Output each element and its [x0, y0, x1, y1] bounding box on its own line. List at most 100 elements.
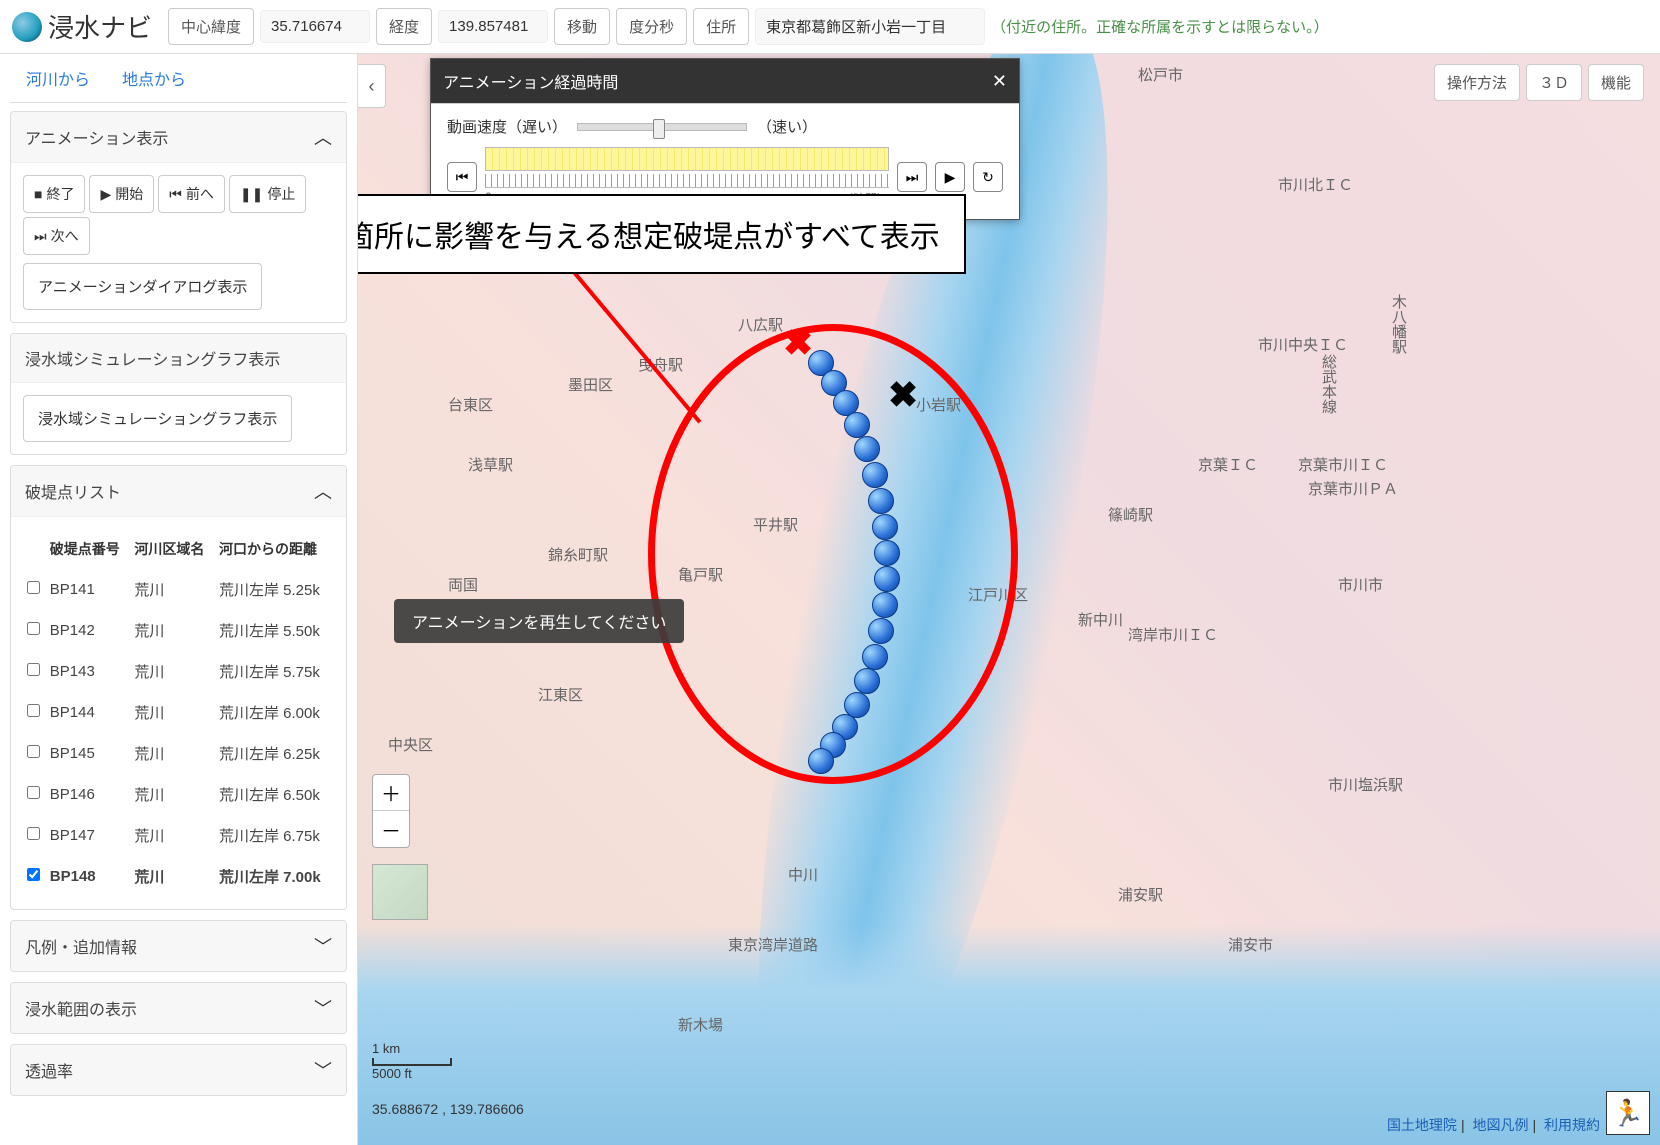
evacuation-button[interactable]: 🏃 — [1606, 1091, 1650, 1135]
bp-checkbox[interactable] — [27, 786, 40, 799]
table-row[interactable]: BP144荒川荒川左岸 6.00k — [23, 692, 334, 733]
bp-area: 荒川 — [130, 856, 215, 897]
map-label: 京葉市川ＰＡ — [1308, 478, 1398, 499]
red-x-marker: ✖ — [783, 322, 813, 364]
bp-area: 荒川 — [130, 692, 215, 733]
move-button[interactable]: 移動 — [554, 8, 610, 45]
table-row[interactable]: BP143荒川荒川左岸 5.75k — [23, 651, 334, 692]
panel-opacity-title: 透過率 — [25, 1058, 73, 1082]
panel-animation-head[interactable]: アニメーション表示 ︿ — [11, 112, 346, 162]
breakpoint-marker[interactable] — [808, 748, 834, 774]
attrib-terms-link[interactable]: 利用規約 — [1544, 1117, 1600, 1133]
anim-end-button[interactable]: ■終了 — [23, 175, 85, 213]
tab-point[interactable]: 地点から — [106, 54, 202, 102]
anim-next-button[interactable]: ⏭次へ — [23, 217, 90, 255]
play-icon: ▶ — [100, 186, 111, 203]
bp-area: 荒川 — [130, 651, 215, 692]
addr-label-button[interactable]: 住所 — [693, 8, 749, 45]
panel-legend-head[interactable]: 凡例・追加情報 ﹀ — [11, 921, 346, 971]
loop-icon: ↻ — [982, 169, 994, 186]
dms-button[interactable]: 度分秒 — [616, 8, 687, 45]
bp-area: 荒川 — [130, 815, 215, 856]
bp-checkbox[interactable] — [27, 868, 40, 881]
breakpoint-marker[interactable] — [854, 668, 880, 694]
map-label: 市川塩浜駅 — [1328, 774, 1403, 795]
map-canvas[interactable]: 松戸市 市川北ＩＣ 市川中央ＩＣ 京葉ＩＣ 京葉市川ＩＣ 京葉市川ＰＡ 篠崎駅 … — [358, 54, 1660, 1145]
table-row[interactable]: BP141荒川荒川左岸 5.25k — [23, 569, 334, 610]
timeline-play-button[interactable]: ▶ — [935, 162, 965, 192]
bp-no: BP142 — [46, 610, 131, 651]
breakpoint-marker[interactable] — [874, 540, 900, 566]
bp-col-no: 破堤点番号 — [46, 529, 131, 569]
bp-dist: 荒川左岸 5.25k — [215, 569, 334, 610]
breakpoint-marker[interactable] — [862, 462, 888, 488]
bp-area: 荒川 — [130, 569, 215, 610]
breakpoint-marker[interactable] — [872, 514, 898, 540]
bp-no: BP147 — [46, 815, 131, 856]
bp-checkbox[interactable] — [27, 622, 40, 635]
breakpoint-marker[interactable] — [874, 566, 900, 592]
breakpoint-marker[interactable] — [872, 592, 898, 618]
3d-button[interactable]: ３Ｄ — [1526, 64, 1582, 101]
table-row[interactable]: BP145荒川荒川左岸 6.25k — [23, 733, 334, 774]
anim-start-button[interactable]: ▶開始 — [89, 175, 154, 213]
breakpoint-marker[interactable] — [854, 436, 880, 462]
panel-animation: アニメーション表示 ︿ ■終了 ▶開始 ⏮前へ ❚❚停止 ⏭次へ アニメーション… — [10, 111, 347, 323]
panel-opacity-head[interactable]: 透過率 ﹀ — [11, 1045, 346, 1095]
attrib-legend-link[interactable]: 地図凡例 — [1472, 1117, 1528, 1133]
anim-prev-button[interactable]: ⏮前へ — [158, 175, 225, 213]
panel-bp-head[interactable]: 破堤点リスト ︿ — [11, 466, 346, 516]
help-button[interactable]: 操作方法 — [1434, 64, 1520, 101]
dialog-titlebar[interactable]: アニメーション経過時間 ✕ — [431, 59, 1019, 103]
bp-checkbox[interactable] — [27, 663, 40, 676]
map-label: 中川 — [788, 864, 818, 885]
map-label: 両国 — [448, 574, 478, 595]
slider-thumb[interactable] — [653, 119, 665, 139]
timeline-loop-button[interactable]: ↻ — [973, 162, 1003, 192]
bp-checkbox[interactable] — [27, 581, 40, 594]
black-x-marker: ✖ — [888, 374, 918, 416]
bp-checkbox[interactable] — [27, 704, 40, 717]
tab-river[interactable]: 河川から — [10, 54, 106, 102]
panel-bp-title: 破堤点リスト — [25, 479, 121, 503]
lat-label-button[interactable]: 中心緯度 — [168, 8, 254, 45]
timeline-step-button[interactable]: ⏭ — [897, 162, 927, 192]
bp-table: 破堤点番号 河川区域名 河口からの距離 BP141荒川荒川左岸 5.25kBP1… — [23, 529, 334, 897]
table-row[interactable]: BP147荒川荒川左岸 6.75k — [23, 815, 334, 856]
attrib-gsi-link[interactable]: 国土地理院 — [1387, 1117, 1457, 1133]
skip-start-icon: ⏮ — [456, 169, 469, 186]
layer-thumbnail[interactable] — [372, 864, 428, 920]
speed-slider[interactable] — [577, 123, 747, 131]
table-row[interactable]: BP146荒川荒川左岸 6.50k — [23, 774, 334, 815]
timeline-bar[interactable] — [485, 147, 889, 171]
map-label: 江戸川区 — [968, 584, 1028, 605]
table-row[interactable]: BP142荒川荒川左岸 5.50k — [23, 610, 334, 651]
panel-graph-head[interactable]: 浸水域シミュレーショングラフ表示 — [11, 334, 346, 382]
bp-checkbox[interactable] — [27, 827, 40, 840]
breakpoint-marker[interactable] — [868, 488, 894, 514]
graph-show-button[interactable]: 浸水域シミュレーショングラフ表示 — [23, 395, 292, 442]
timeline-rewind-button[interactable]: ⏮ — [447, 162, 477, 192]
breakpoint-marker[interactable] — [844, 412, 870, 438]
breakpoint-marker[interactable] — [868, 618, 894, 644]
close-icon[interactable]: ✕ — [992, 71, 1007, 92]
map-label: 市川中央ＩＣ — [1258, 334, 1348, 355]
anim-pause-button[interactable]: ❚❚停止 — [229, 175, 306, 213]
function-button[interactable]: 機能 — [1588, 64, 1644, 101]
breakpoint-marker[interactable] — [862, 644, 888, 670]
lon-label-button[interactable]: 経度 — [376, 8, 432, 45]
anim-dialog-button[interactable]: アニメーションダイアログ表示 — [23, 263, 262, 310]
map-label: 木八幡駅 — [1388, 294, 1409, 354]
zoom-in-button[interactable]: ＋ — [373, 775, 409, 811]
bp-checkbox[interactable] — [27, 745, 40, 758]
table-row[interactable]: BP148荒川荒川左岸 7.00k — [23, 856, 334, 897]
sidebar-collapse-button[interactable]: ‹ — [358, 64, 386, 108]
logo-icon — [12, 12, 42, 42]
panel-graph: 浸水域シミュレーショングラフ表示 浸水域シミュレーショングラフ表示 — [10, 333, 347, 455]
bp-area: 荒川 — [130, 733, 215, 774]
bp-no: BP143 — [46, 651, 131, 692]
panel-extent-head[interactable]: 浸水範囲の表示 ﹀ — [11, 983, 346, 1033]
zoom-out-button[interactable]: － — [373, 811, 409, 847]
map-label: 墨田区 — [568, 374, 613, 395]
scale-ft: 5000 ft — [372, 1066, 452, 1081]
